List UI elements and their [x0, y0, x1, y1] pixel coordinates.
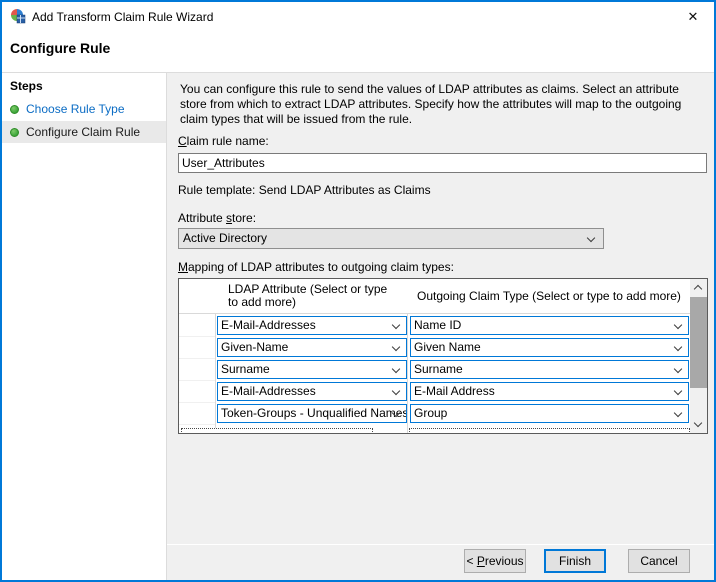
grid-cell: E-Mail-Addresses	[215, 315, 408, 337]
description-text: You can configure this rule to send the …	[180, 82, 704, 127]
grid-rows: E-Mail-Addresses Name ID Given-Name Given N…	[179, 315, 690, 425]
scroll-down-button[interactable]	[690, 416, 707, 433]
wizard-window: Add Transform Claim Rule Wizard ✕ Config…	[0, 0, 716, 582]
chevron-down-icon	[392, 321, 400, 329]
step-bullet-icon	[10, 105, 19, 114]
table-row: Surname Surname	[179, 359, 690, 381]
grid-scrollbar[interactable]	[690, 279, 707, 433]
main-panel: You can configure this rule to send the …	[167, 73, 714, 545]
row-selector-cell[interactable]	[179, 381, 215, 403]
grid-cell: Surname	[215, 359, 408, 381]
outgoing-claim-type-select[interactable]: Name ID	[410, 316, 689, 335]
titlebar: Add Transform Claim Rule Wizard ✕	[2, 2, 714, 32]
wizard-icon	[10, 8, 26, 24]
step-bullet-icon	[10, 128, 19, 137]
table-row: E-Mail-Addresses E-Mail Address	[179, 381, 690, 403]
row-selector-cell[interactable]	[179, 337, 215, 359]
combo-value: E-Mail-Addresses	[221, 318, 316, 332]
column-header-outgoing-claim-type: Outgoing Claim Type (Select or type to a…	[417, 289, 689, 303]
attribute-store-select[interactable]: Active Directory	[178, 228, 604, 249]
chevron-down-icon	[392, 387, 400, 395]
previous-button[interactable]: < Previous	[464, 549, 526, 573]
window-title: Add Transform Claim Rule Wizard	[32, 2, 213, 32]
scroll-up-button[interactable]	[690, 279, 707, 296]
ldap-attribute-select[interactable]: E-Mail-Addresses	[217, 316, 407, 335]
page-title: Configure Rule	[10, 40, 110, 56]
chevron-down-icon	[674, 409, 682, 417]
claim-rule-name-label: Claim rule name:	[178, 134, 269, 148]
combo-value: Group	[414, 406, 447, 420]
chevron-down-icon	[674, 321, 682, 329]
outgoing-claim-type-select[interactable]: Group	[410, 404, 689, 423]
combo-value: E-Mail Address	[414, 384, 495, 398]
close-icon: ✕	[688, 9, 699, 24]
combo-value: Name ID	[414, 318, 461, 332]
chevron-down-icon	[674, 365, 682, 373]
sidebar-item-choose-rule-type[interactable]: Choose Rule Type	[2, 98, 166, 120]
grid-header-row: LDAP Attribute (Select or type to add mo…	[179, 279, 690, 314]
mapping-grid: LDAP Attribute (Select or type to add mo…	[178, 278, 708, 434]
footer-bar: < Previous Finish Cancel	[167, 544, 714, 580]
claim-rule-name-input[interactable]	[178, 153, 707, 173]
attribute-store-label: Attribute store:	[178, 211, 256, 225]
grid-cell: Surname	[408, 359, 690, 381]
steps-title: Steps	[10, 79, 43, 93]
grid-cell: Name ID	[408, 315, 690, 337]
step-label: Configure Claim Rule	[26, 125, 140, 139]
table-row: Token-Groups - Unqualified Names Group	[179, 403, 690, 425]
step-label: Choose Rule Type	[26, 102, 125, 116]
outgoing-claim-type-select[interactable]: E-Mail Address	[410, 382, 689, 401]
chevron-down-icon	[587, 234, 595, 242]
new-row-claim-cell[interactable]	[409, 428, 690, 434]
row-selector-cell[interactable]	[179, 315, 215, 337]
combo-value: E-Mail-Addresses	[221, 384, 316, 398]
cancel-button[interactable]: Cancel	[628, 549, 690, 573]
combo-value: Surname	[414, 362, 463, 376]
combo-value: Token-Groups - Unqualified Names	[221, 406, 407, 420]
grid-cell: Group	[408, 403, 690, 425]
steps-panel: Steps Choose Rule Type Configure Claim R…	[2, 73, 166, 580]
finish-button[interactable]: Finish	[544, 549, 606, 573]
ldap-attribute-select[interactable]: Surname	[217, 360, 407, 379]
close-button[interactable]: ✕	[676, 2, 710, 32]
table-row: E-Mail-Addresses Name ID	[179, 315, 690, 337]
row-selector-cell[interactable]	[179, 359, 215, 381]
combo-value: Surname	[221, 362, 270, 376]
rule-template-text: Rule template: Send LDAP Attributes as C…	[178, 183, 431, 197]
sidebar-item-configure-claim-rule[interactable]: Configure Claim Rule	[2, 121, 166, 143]
outgoing-claim-type-select[interactable]: Given Name	[410, 338, 689, 357]
combo-value: Given Name	[414, 340, 481, 354]
chevron-down-icon	[392, 365, 400, 373]
grid-cell: Token-Groups - Unqualified Names	[215, 403, 408, 425]
chevron-down-icon	[674, 387, 682, 395]
row-selector-cell[interactable]	[179, 403, 215, 425]
outgoing-claim-type-select[interactable]: Surname	[410, 360, 689, 379]
chevron-down-icon	[694, 419, 702, 427]
table-row: Given-Name Given Name	[179, 337, 690, 359]
combo-value: Given-Name	[221, 340, 288, 354]
grid-cell: E-Mail Address	[408, 381, 690, 403]
mapping-label: Mapping of LDAP attributes to outgoing c…	[178, 260, 454, 274]
ldap-attribute-select[interactable]: E-Mail-Addresses	[217, 382, 407, 401]
grid-cell: E-Mail-Addresses	[215, 381, 408, 403]
attribute-store-value: Active Directory	[183, 229, 267, 248]
ldap-attribute-select[interactable]: Given-Name	[217, 338, 407, 357]
grid-cell: Given Name	[408, 337, 690, 359]
chevron-down-icon	[674, 343, 682, 351]
ldap-attribute-select[interactable]: Token-Groups - Unqualified Names	[217, 404, 407, 423]
new-row-ldap-cell[interactable]	[181, 428, 373, 434]
chevron-up-icon	[694, 285, 702, 293]
column-header-ldap-attribute: LDAP Attribute (Select or type to add mo…	[228, 283, 400, 309]
scrollbar-thumb[interactable]	[690, 297, 707, 388]
grid-cell: Given-Name	[215, 337, 408, 359]
chevron-down-icon	[392, 343, 400, 351]
